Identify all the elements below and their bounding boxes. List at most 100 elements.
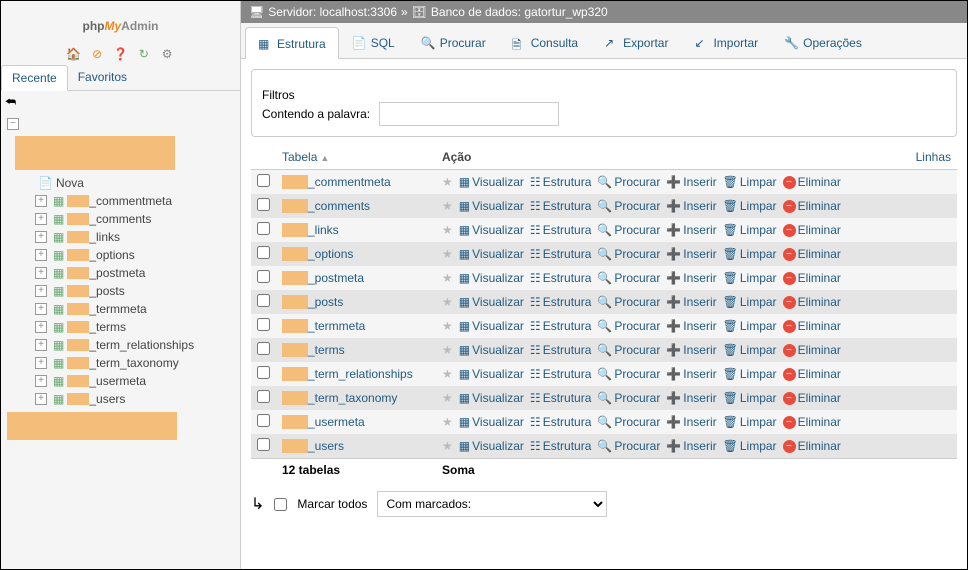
action-drop[interactable]: −Eliminar [783, 415, 841, 429]
action-empty[interactable]: 🗑Limpar [723, 199, 777, 213]
action-insert[interactable]: ➕Inserir [666, 439, 716, 453]
action-search[interactable]: 🔍Procurar [597, 247, 660, 261]
star-icon[interactable]: ★ [442, 367, 453, 381]
gear-icon[interactable]: ⚙ [159, 47, 175, 63]
action-structure[interactable]: ☷Estrutura [530, 343, 591, 357]
action-structure[interactable]: ☷Estrutura [530, 271, 591, 285]
row-checkbox[interactable] [257, 342, 270, 355]
action-structure[interactable]: ☷Estrutura [530, 415, 591, 429]
tree-table[interactable]: +▦_commentmeta [35, 192, 234, 210]
expand-icon[interactable]: + [35, 321, 47, 333]
action-insert[interactable]: ➕Inserir [666, 391, 716, 405]
action-structure[interactable]: ☷Estrutura [530, 439, 591, 453]
star-icon[interactable]: ★ [442, 439, 453, 453]
row-checkbox[interactable] [257, 438, 270, 451]
table-name-cell[interactable]: _posts [276, 290, 436, 314]
action-drop[interactable]: −Eliminar [783, 391, 841, 405]
row-checkbox[interactable] [257, 390, 270, 403]
action-insert[interactable]: ➕Inserir [666, 367, 716, 381]
tree-table[interactable]: +▦_users [35, 390, 234, 408]
row-checkbox[interactable] [257, 318, 270, 331]
expand-icon[interactable]: + [35, 393, 47, 405]
table-name-cell[interactable]: _links [276, 218, 436, 242]
bulk-dropdown[interactable]: Com marcados: [377, 491, 607, 517]
action-insert[interactable]: ➕Inserir [666, 415, 716, 429]
star-icon[interactable]: ★ [442, 247, 453, 261]
table-name-cell[interactable]: _term_relationships [276, 362, 436, 386]
action-drop[interactable]: −Eliminar [783, 319, 841, 333]
action-search[interactable]: 🔍Procurar [597, 319, 660, 333]
star-icon[interactable]: ★ [442, 415, 453, 429]
action-drop[interactable]: −Eliminar [783, 343, 841, 357]
action-search[interactable]: 🔍Procurar [597, 415, 660, 429]
action-drop[interactable]: −Eliminar [783, 367, 841, 381]
action-structure[interactable]: ☷Estrutura [530, 319, 591, 333]
action-browse[interactable]: ▦Visualizar [459, 223, 524, 237]
col-table[interactable]: Tabela [282, 150, 317, 164]
action-browse[interactable]: ▦Visualizar [459, 175, 524, 189]
action-browse[interactable]: ▦Visualizar [459, 343, 524, 357]
action-browse[interactable]: ▦Visualizar [459, 439, 524, 453]
row-checkbox[interactable] [257, 222, 270, 235]
table-name-cell[interactable]: _users [276, 434, 436, 459]
collapse-icon[interactable]: − [7, 118, 19, 130]
table-name-cell[interactable]: _usermeta [276, 410, 436, 434]
breadcrumb-database[interactable]: Banco de dados: gatortur_wp320 [431, 5, 608, 19]
tree-table[interactable]: +▦_term_taxonomy [35, 354, 234, 372]
action-browse[interactable]: ▦Visualizar [459, 247, 524, 261]
table-name-cell[interactable]: _termmeta [276, 314, 436, 338]
tree-table[interactable]: +▦_terms [35, 318, 234, 336]
action-empty[interactable]: 🗑Limpar [723, 319, 777, 333]
tab-importar[interactable]: ↙Importar [681, 27, 771, 58]
check-all[interactable] [274, 498, 287, 511]
star-icon[interactable]: ★ [442, 319, 453, 333]
action-empty[interactable]: 🗑Limpar [723, 175, 777, 189]
action-insert[interactable]: ➕Inserir [666, 319, 716, 333]
tree-table[interactable]: +▦_term_relationships [35, 336, 234, 354]
expand-icon[interactable]: + [35, 375, 47, 387]
table-name-cell[interactable]: _comments [276, 194, 436, 218]
breadcrumb-server[interactable]: Servidor: localhost:3306 [268, 5, 397, 19]
expand-icon[interactable]: + [35, 285, 47, 297]
row-checkbox[interactable] [257, 414, 270, 427]
action-empty[interactable]: 🗑Limpar [723, 439, 777, 453]
refresh-icon[interactable]: ↻ [136, 47, 152, 63]
action-empty[interactable]: 🗑Limpar [723, 223, 777, 237]
action-browse[interactable]: ▦Visualizar [459, 391, 524, 405]
action-empty[interactable]: 🗑Limpar [723, 391, 777, 405]
tree-table[interactable]: +▦_termmeta [35, 300, 234, 318]
action-empty[interactable]: 🗑Limpar [723, 415, 777, 429]
tree-table[interactable]: +▦_postmeta [35, 264, 234, 282]
tab-procurar[interactable]: 🔍Procurar [408, 27, 499, 58]
row-checkbox[interactable] [257, 174, 270, 187]
row-checkbox[interactable] [257, 366, 270, 379]
action-search[interactable]: 🔍Procurar [597, 223, 660, 237]
action-empty[interactable]: 🗑Limpar [723, 343, 777, 357]
action-search[interactable]: 🔍Procurar [597, 391, 660, 405]
star-icon[interactable]: ★ [442, 175, 453, 189]
expand-icon[interactable]: + [35, 231, 47, 243]
action-empty[interactable]: 🗑Limpar [723, 367, 777, 381]
table-name-cell[interactable]: _terms [276, 338, 436, 362]
action-structure[interactable]: ☷Estrutura [530, 199, 591, 213]
tab-consulta[interactable]: 🗎Consulta [499, 27, 591, 58]
table-name-cell[interactable]: _term_taxonomy [276, 386, 436, 410]
action-insert[interactable]: ➕Inserir [666, 223, 716, 237]
action-drop[interactable]: −Eliminar [783, 439, 841, 453]
action-drop[interactable]: −Eliminar [783, 199, 841, 213]
action-empty[interactable]: 🗑Limpar [723, 271, 777, 285]
action-browse[interactable]: ▦Visualizar [459, 295, 524, 309]
action-search[interactable]: 🔍Procurar [597, 343, 660, 357]
star-icon[interactable]: ★ [442, 295, 453, 309]
action-structure[interactable]: ☷Estrutura [530, 175, 591, 189]
filter-input[interactable] [379, 102, 559, 126]
action-drop[interactable]: −Eliminar [783, 271, 841, 285]
action-browse[interactable]: ▦Visualizar [459, 199, 524, 213]
tree-table[interactable]: +▦_posts [35, 282, 234, 300]
action-structure[interactable]: ☷Estrutura [530, 247, 591, 261]
action-structure[interactable]: ☷Estrutura [530, 367, 591, 381]
action-browse[interactable]: ▦Visualizar [459, 271, 524, 285]
action-drop[interactable]: −Eliminar [783, 295, 841, 309]
action-insert[interactable]: ➕Inserir [666, 271, 716, 285]
recent-tab[interactable]: Recente [1, 65, 68, 91]
